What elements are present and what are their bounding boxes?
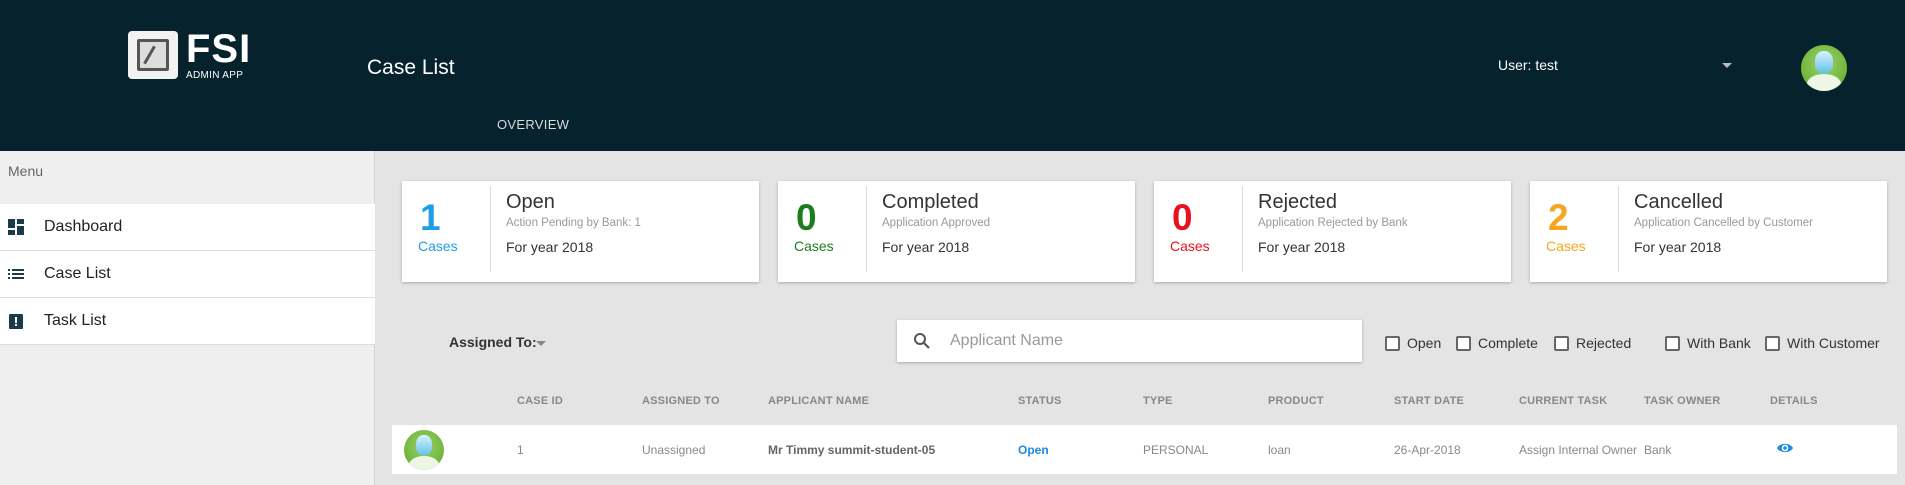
checkbox-box[interactable] <box>1665 335 1680 351</box>
column-header-case-id[interactable]: CASE ID <box>517 395 563 407</box>
user-menu-label[interactable]: User: test <box>1498 57 1558 73</box>
cell-status: Open <box>1018 443 1049 457</box>
case-count: 2 <box>1548 197 1569 238</box>
column-header-details: DETAILS <box>1770 395 1818 407</box>
fsi-logo[interactable]: FSI ADMIN APP <box>128 29 251 81</box>
card-title: Open <box>506 191 555 213</box>
filter-open-checkbox[interactable]: Open <box>1385 335 1441 351</box>
dashboard-icon <box>8 219 24 235</box>
checkbox-label: Open <box>1407 335 1442 351</box>
column-header-current-task[interactable]: CURRENT TASK <box>1519 395 1607 407</box>
card-subtitle: Application Cancelled by Customer <box>1634 217 1813 229</box>
logo-subtext: ADMIN APP <box>186 70 244 81</box>
search-box <box>897 320 1362 362</box>
sidebar-item-label: Dashboard <box>44 218 123 235</box>
card-subtitle: Action Pending by Bank: 1 <box>506 217 641 229</box>
page-title: Case List <box>367 56 455 79</box>
checkbox-box[interactable] <box>1765 335 1780 351</box>
search-icon <box>914 333 930 349</box>
divider <box>490 186 491 272</box>
case-count: 1 <box>420 197 441 238</box>
divider <box>866 186 867 272</box>
column-header-type[interactable]: TYPE <box>1143 395 1173 407</box>
checkbox-label: With Customer <box>1787 335 1880 351</box>
tab-overview[interactable]: OVERVIEW <box>497 117 569 132</box>
cell-current-task: Assign Internal Owner <box>1519 443 1638 457</box>
card-title: Completed <box>882 191 979 213</box>
cell-task-owner: Bank <box>1644 443 1672 457</box>
logo-text: FSI <box>186 27 252 71</box>
case-unit: Cases <box>418 238 458 254</box>
card-completed[interactable]: 0 Cases Completed Application Approved F… <box>778 181 1135 282</box>
column-header-product[interactable]: PRODUCT <box>1268 395 1324 407</box>
case-unit: Cases <box>1170 238 1210 254</box>
column-header-task-owner[interactable]: TASK OWNER <box>1644 395 1720 407</box>
card-title: Rejected <box>1258 191 1337 213</box>
sidebar-item-label: Task List <box>44 312 107 329</box>
menu-list: Dashboard Case List Task List <box>0 204 375 345</box>
list-icon <box>8 269 24 279</box>
table-row[interactable]: 1 Unassigned Mr Timmy summit-student-05 … <box>392 425 1897 474</box>
checkbox-box[interactable] <box>1554 335 1569 351</box>
case-count: 0 <box>796 197 817 238</box>
sidebar: Menu Dashboard Case List Task List <box>0 151 375 485</box>
assigned-to-dropdown[interactable]: Assigned To: <box>449 334 537 350</box>
safe-icon <box>128 31 178 79</box>
checkbox-box[interactable] <box>1385 335 1400 351</box>
menu-label: Menu <box>8 163 44 179</box>
card-cancelled[interactable]: 2 Cases Cancelled Application Cancelled … <box>1530 181 1887 282</box>
card-year: For year 2018 <box>506 239 594 255</box>
divider <box>1242 186 1243 272</box>
checkbox-label: With Bank <box>1687 335 1751 351</box>
sidebar-item-dashboard[interactable]: Dashboard <box>0 204 375 251</box>
sidebar-item-case-list[interactable]: Case List <box>0 251 375 298</box>
divider <box>1618 186 1619 272</box>
cell-assigned-to: Unassigned <box>642 443 706 457</box>
app-header: FSI ADMIN APP Case List User: test OVERV… <box>0 0 1905 151</box>
avatar[interactable] <box>1801 45 1847 91</box>
chevron-down-icon[interactable] <box>536 341 546 346</box>
clipboard-alert-icon <box>9 314 23 329</box>
eye-icon[interactable] <box>1776 441 1794 455</box>
checkbox-label: Complete <box>1478 335 1538 351</box>
column-header-start-date[interactable]: START DATE <box>1394 395 1464 407</box>
cell-applicant-name: Mr Timmy summit-student-05 <box>768 443 936 457</box>
applicant-name-search-input[interactable] <box>950 326 1340 356</box>
card-year: For year 2018 <box>882 239 970 255</box>
case-unit: Cases <box>794 238 834 254</box>
filter-with-bank-checkbox[interactable]: With Bank <box>1665 335 1751 351</box>
cell-start-date: 26-Apr-2018 <box>1394 443 1461 457</box>
sidebar-item-label: Case List <box>44 265 111 282</box>
card-title: Cancelled <box>1634 191 1723 213</box>
case-count: 0 <box>1172 197 1193 238</box>
card-subtitle: Application Rejected by Bank <box>1258 217 1408 229</box>
card-subtitle: Application Approved <box>882 217 991 229</box>
cell-type: PERSONAL <box>1143 443 1209 457</box>
card-year: For year 2018 <box>1634 239 1722 255</box>
avatar <box>404 430 444 470</box>
filter-complete-checkbox[interactable]: Complete <box>1456 335 1538 351</box>
card-open[interactable]: 1 Cases Open Action Pending by Bank: 1 F… <box>402 181 759 282</box>
filter-rejected-checkbox[interactable]: Rejected <box>1554 335 1631 351</box>
column-header-assigned-to[interactable]: ASSIGNED TO <box>642 395 720 407</box>
checkbox-label: Rejected <box>1576 335 1632 351</box>
filter-with-customer-checkbox[interactable]: With Customer <box>1765 335 1880 351</box>
column-header-applicant-name[interactable]: APPLICANT NAME <box>768 395 869 407</box>
card-rejected[interactable]: 0 Cases Rejected Application Rejected by… <box>1154 181 1511 282</box>
card-year: For year 2018 <box>1258 239 1346 255</box>
cell-product: loan <box>1268 443 1291 457</box>
case-unit: Cases <box>1546 238 1586 254</box>
checkbox-box[interactable] <box>1456 335 1471 351</box>
cell-case-id: 1 <box>517 443 524 457</box>
chevron-down-icon[interactable] <box>1722 63 1732 68</box>
sidebar-item-task-list[interactable]: Task List <box>0 298 375 345</box>
column-header-status[interactable]: STATUS <box>1018 395 1062 407</box>
